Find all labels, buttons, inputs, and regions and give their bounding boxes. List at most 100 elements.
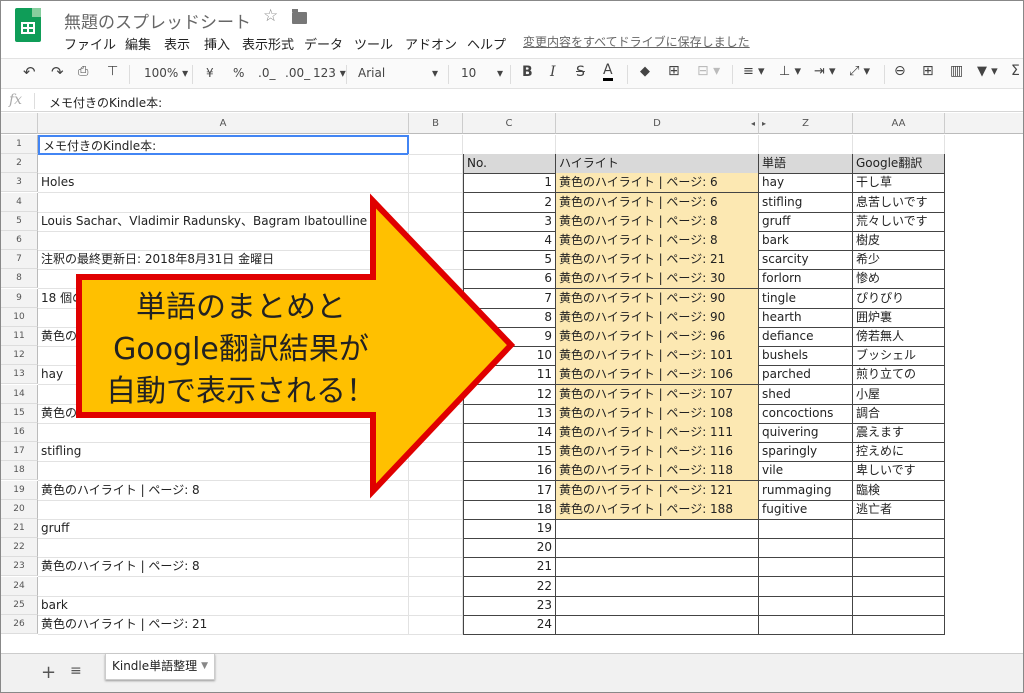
redo-icon[interactable]: ↷ [51,63,64,81]
rotate-icon[interactable]: ⤢ ▾ [849,64,870,79]
cell-d23[interactable] [556,557,759,578]
cell-aa24[interactable] [853,576,945,597]
table-cell[interactable]: 調合 [853,403,945,424]
comment-icon[interactable]: ⊞ [922,63,934,79]
table-cell[interactable]: 希少 [853,250,945,271]
table-cell[interactable]: stifling [759,192,853,213]
cell-aa26[interactable] [853,615,945,635]
table-header-cell[interactable]: Google翻訳 [853,154,945,175]
table-cell[interactable]: 黄色のハイライト | ページ: 96 [556,327,759,347]
row-header[interactable]: 20 [1,499,38,519]
select-all-corner[interactable] [1,113,38,134]
table-header-cell[interactable]: ハイライト [556,154,759,175]
table-cell[interactable]: bark [759,231,853,251]
cell-aa21[interactable] [853,519,945,539]
cell-d24[interactable] [556,576,759,597]
cell-z22[interactable] [759,538,853,559]
table-cell[interactable]: 19 [463,519,556,539]
menu-edit[interactable]: 編集 [125,34,151,53]
cell-b20[interactable] [409,499,463,520]
chart-icon[interactable]: ▥ [950,63,963,79]
cell-b22[interactable] [409,538,463,559]
percent-button[interactable]: % [233,66,244,80]
table-cell[interactable]: 黄色のハイライト | ページ: 121 [556,480,759,501]
formula-input[interactable]: メモ付きのKindle本: [49,94,162,111]
text-color-icon[interactable]: A [603,63,613,81]
table-cell[interactable]: 荒々しいです [853,211,945,232]
row-header[interactable]: 1 [1,135,38,154]
column-header-b[interactable]: B [409,113,463,134]
valign-icon[interactable]: ⊥ ▾ [779,64,801,79]
table-cell[interactable]: 臨検 [853,480,945,501]
row-header[interactable]: 7 [1,250,38,270]
zoom-select[interactable]: 100% ▾ [144,66,188,80]
save-status-link[interactable]: 変更内容をすべてドライブに保存しました [523,33,750,50]
cell-a21[interactable]: gruff [38,519,409,539]
table-cell[interactable]: 黄色のハイライト | ページ: 30 [556,269,759,290]
table-cell[interactable]: 黄色のハイライト | ページ: 21 [556,250,759,271]
sheet-tab-kindle[interactable]: Kindle単語整理 ▼ [105,654,215,680]
table-cell[interactable]: 黄色のハイライト | ページ: 8 [556,211,759,232]
column-header-z[interactable]: ▸ Z [759,113,853,134]
row-header[interactable]: 10 [1,307,38,327]
menu-help[interactable]: ヘルプ [467,34,506,53]
cell-b26[interactable] [409,615,463,635]
cell-a1[interactable]: メモ付きのKindle本: [38,135,409,155]
table-cell[interactable]: ぴりぴり [853,288,945,309]
cell-z25[interactable] [759,595,853,616]
table-header-cell[interactable]: 単語 [759,154,853,175]
row-header[interactable]: 2 [1,154,38,174]
cell-aa25[interactable] [853,595,945,616]
column-header-c[interactable]: C [463,113,556,134]
table-cell[interactable]: 控えめに [853,442,945,463]
cell-b1[interactable] [409,135,463,155]
align-icon[interactable]: ≡ ▾ [743,64,765,79]
table-cell[interactable]: 黄色のハイライト | ページ: 90 [556,307,759,328]
row-header[interactable]: 22 [1,538,38,558]
table-cell[interactable]: 逃亡者 [853,499,945,520]
table-cell[interactable]: fugitive [759,499,853,520]
decrease-decimal-button[interactable]: .0_ [258,66,275,80]
row-header[interactable]: 9 [1,288,38,308]
row-header[interactable]: 25 [1,595,38,615]
row-header[interactable]: 5 [1,211,38,231]
menu-addons[interactable]: アドオン [405,34,457,53]
table-cell[interactable]: bushels [759,346,853,367]
table-cell[interactable]: 黄色のハイライト | ページ: 106 [556,365,759,386]
cell-d25[interactable] [556,595,759,616]
table-cell[interactable]: 傍若無人 [853,327,945,347]
table-cell[interactable]: scarcity [759,250,853,271]
increase-decimal-button[interactable]: .00_ [285,66,310,80]
table-cell[interactable]: 黄色のハイライト | ページ: 6 [556,192,759,213]
menu-file[interactable]: ファイル [64,34,116,53]
row-header[interactable]: 11 [1,327,38,346]
cell-a2[interactable] [38,154,409,175]
table-cell[interactable]: 干し草 [853,173,945,194]
cell-d22[interactable] [556,538,759,559]
table-cell[interactable]: 黄色のハイライト | ページ: 111 [556,423,759,443]
table-cell[interactable]: 黄色のハイライト | ページ: 107 [556,384,759,405]
menu-insert[interactable]: 挿入 [204,34,230,53]
menu-data[interactable]: データ [304,34,343,53]
row-header[interactable]: 26 [1,615,38,634]
strikethrough-icon[interactable]: S [576,64,585,80]
table-cell[interactable]: 黄色のハイライト | ページ: 6 [556,173,759,194]
table-cell[interactable]: 煎り立ての [853,365,945,386]
table-cell[interactable]: quivering [759,423,853,443]
table-cell[interactable]: hearth [759,307,853,328]
row-header[interactable]: 18 [1,461,38,481]
row-header[interactable]: 17 [1,442,38,462]
wrap-icon[interactable]: ⇥ ▾ [814,64,836,79]
more-formats-select[interactable]: 123 ▾ [313,66,346,80]
cell-b21[interactable] [409,519,463,539]
row-header[interactable]: 12 [1,346,38,366]
table-cell[interactable]: sparingly [759,442,853,463]
row-header[interactable]: 23 [1,557,38,577]
folder-icon[interactable] [292,9,307,24]
table-cell[interactable]: 樹皮 [853,231,945,251]
link-icon[interactable]: ⊖ [894,63,906,79]
table-cell[interactable]: vile [759,461,853,482]
cell-b2[interactable] [409,154,463,175]
cell-z21[interactable] [759,519,853,539]
table-cell[interactable]: defiance [759,327,853,347]
